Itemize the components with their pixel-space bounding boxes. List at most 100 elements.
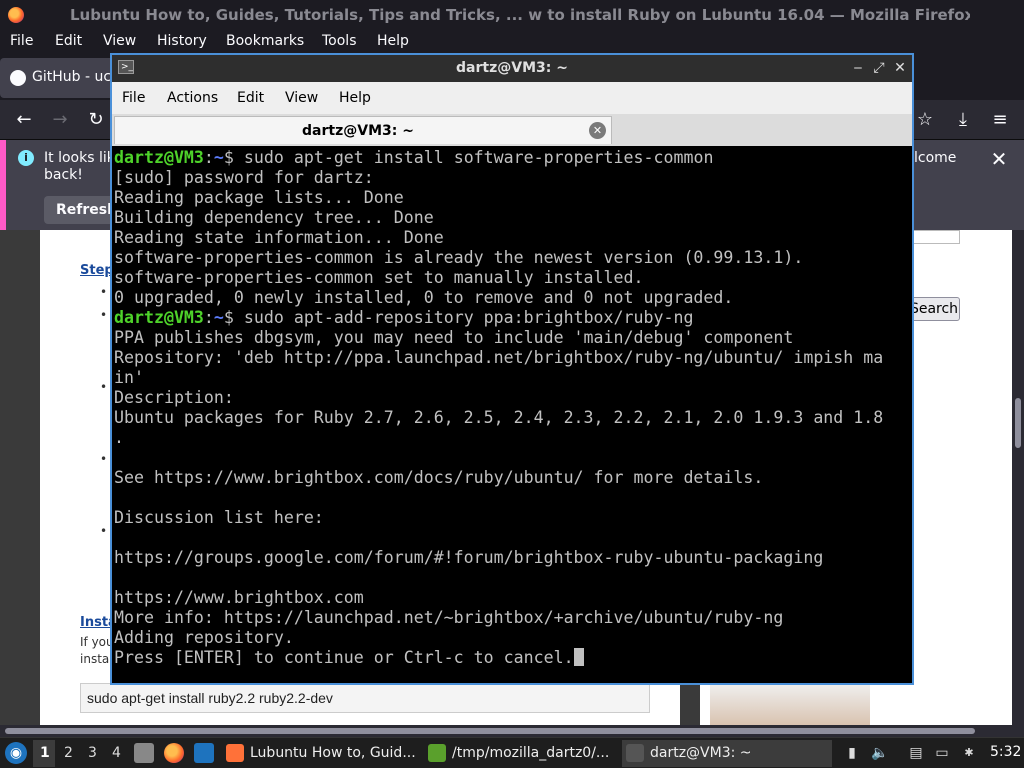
step-link[interactable]: Step xyxy=(80,263,114,278)
firefox-tab-label: GitHub - ucr xyxy=(32,69,117,85)
terminal-line-text: $ sudo apt-add-repository ppa:brightbox/… xyxy=(223,308,694,327)
firefox-menu-edit[interactable]: Edit xyxy=(55,33,82,49)
taskbar-task-label: dartz@VM3: ~ xyxy=(650,745,752,761)
taskbar-task-firefox[interactable]: Lubuntu How to, Guid... xyxy=(222,740,420,767)
tab-close-icon[interactable]: ✕ xyxy=(589,122,606,139)
show-desktop-icon[interactable] xyxy=(194,743,214,763)
back-arrow-icon[interactable]: ← xyxy=(12,108,36,132)
sidebar-image xyxy=(710,683,870,725)
terminal-line-text: Adding repository. xyxy=(114,628,294,647)
bluetooth-icon[interactable]: ✱ xyxy=(960,744,978,762)
terminal-line: Description: xyxy=(114,388,910,408)
firefox-menu-view[interactable]: View xyxy=(103,33,136,49)
terminal-output[interactable]: dartz@VM3:~$ sudo apt-get install softwa… xyxy=(114,148,910,681)
terminal-line: software-properties-common set to manual… xyxy=(114,268,910,288)
terminal-line: in' xyxy=(114,368,910,388)
search-input[interactable] xyxy=(910,230,960,244)
paragraph-text: If you xyxy=(80,635,114,649)
terminal-tabbar: dartz@VM3: ~ ✕ xyxy=(112,114,912,146)
network-icon[interactable]: ▭ xyxy=(933,744,951,762)
terminal-line: dartz@VM3:~$ sudo apt-add-repository ppa… xyxy=(114,308,910,328)
terminal-line: software-properties-common is already th… xyxy=(114,248,910,268)
terminal-line-text: PPA publishes dbgsym, you may need to in… xyxy=(114,328,794,347)
scrollbar-thumb[interactable] xyxy=(5,728,975,734)
list-bullet: • xyxy=(100,452,108,466)
search-button[interactable]: Search xyxy=(908,297,960,321)
workspace-4[interactable]: 4 xyxy=(112,745,121,761)
terminal-line: https://www.brightbox.com xyxy=(114,588,910,608)
terminal-menu-edit[interactable]: Edit xyxy=(237,90,264,106)
prompt-path: ~ xyxy=(213,308,224,327)
terminal-line-text: Description: xyxy=(114,388,234,407)
terminal-cursor xyxy=(573,648,584,666)
clipboard-icon[interactable]: ▤ xyxy=(907,744,925,762)
terminal-menu-actions[interactable]: Actions xyxy=(167,90,218,106)
bookmark-star-icon[interactable]: ☆ xyxy=(913,108,937,132)
terminal-menu-view[interactable]: View xyxy=(285,90,318,106)
taskbar-task-terminal[interactable]: dartz@VM3: ~ xyxy=(622,740,832,767)
terminal-line: Press [ENTER] to continue or Ctrl-c to c… xyxy=(114,648,910,668)
terminal-window-title: dartz@VM3: ~ xyxy=(456,60,568,76)
terminal-line-text: in' xyxy=(114,368,144,387)
workspace-1[interactable]: 1 xyxy=(40,745,50,761)
terminal-titlebar[interactable]: >_ dartz@VM3: ~ ‒ ⤢ ✕ xyxy=(112,55,912,82)
minimize-icon[interactable]: ‒ xyxy=(849,58,867,78)
terminal-menu-file[interactable]: File xyxy=(122,90,145,106)
infobar-accent xyxy=(0,140,6,230)
terminal-line-text: . xyxy=(114,428,124,447)
start-menu-icon[interactable]: ◉ xyxy=(5,742,27,764)
terminal-line: See https://www.brightbox.com/docs/ruby/… xyxy=(114,468,910,488)
download-icon[interactable]: ⤓ xyxy=(951,108,975,132)
terminal-line-text: 0 upgraded, 0 newly installed, 0 to remo… xyxy=(114,288,734,307)
firefox-menu-file[interactable]: File xyxy=(10,33,33,49)
file-manager-icon[interactable] xyxy=(134,743,154,763)
reload-icon[interactable]: ↻ xyxy=(84,108,108,132)
terminal-line: Repository: 'deb http://ppa.launchpad.ne… xyxy=(114,348,910,368)
volume-icon[interactable]: 🔈 xyxy=(871,744,889,762)
battery-icon[interactable]: ▮ xyxy=(843,744,861,762)
forward-arrow-icon[interactable]: → xyxy=(48,108,72,132)
terminal-line: Building dependency tree... Done xyxy=(114,208,910,228)
terminal-tab-label: dartz@VM3: ~ xyxy=(302,123,414,139)
terminal-line: Reading package lists... Done xyxy=(114,188,910,208)
firefox-menu-bookmarks[interactable]: Bookmarks xyxy=(226,33,304,49)
close-icon[interactable]: ✕ xyxy=(988,148,1010,170)
taskbar-task-archive[interactable]: /tmp/mozilla_dartz0/... xyxy=(424,740,618,767)
terminal-line: More info: https://launchpad.net/~bright… xyxy=(114,608,910,628)
terminal-menubar: File Actions Edit View Help xyxy=(112,82,912,114)
terminal-line-text: https://groups.google.com/forum/#!forum/… xyxy=(114,548,824,567)
prompt-user: dartz@VM3 xyxy=(114,148,204,167)
infobar-message-line2: back! xyxy=(44,167,83,183)
firefox-menubar: File Edit View History Bookmarks Tools H… xyxy=(0,30,1024,54)
clock: 5:32 xyxy=(990,744,1022,760)
firefox-launcher-icon[interactable] xyxy=(164,743,184,763)
terminal-tab[interactable]: dartz@VM3: ~ ✕ xyxy=(114,116,612,144)
horizontal-scrollbar[interactable] xyxy=(0,725,1024,737)
terminal-line-text: $ sudo apt-get install software-properti… xyxy=(223,148,714,167)
workspace-3[interactable]: 3 xyxy=(88,745,97,761)
terminal-line-text: Repository: 'deb http://ppa.launchpad.ne… xyxy=(114,348,884,367)
scrollbar-thumb[interactable] xyxy=(1015,398,1021,448)
workspace-2[interactable]: 2 xyxy=(64,745,73,761)
close-window-icon[interactable]: ✕ xyxy=(891,58,909,78)
firefox-menu-help[interactable]: Help xyxy=(377,33,409,49)
terminal-menu-help[interactable]: Help xyxy=(339,90,371,106)
list-bullet: • xyxy=(100,308,108,322)
firefox-menu-history[interactable]: History xyxy=(157,33,207,49)
terminal-line: [sudo] password for dartz: xyxy=(114,168,910,188)
hamburger-menu-icon[interactable]: ≡ xyxy=(988,108,1012,132)
terminal-line: 0 upgraded, 0 newly installed, 0 to remo… xyxy=(114,288,910,308)
refresh-button[interactable]: Refresh xyxy=(44,196,117,224)
terminal-line-text: More info: https://launchpad.net/~bright… xyxy=(114,608,784,627)
terminal-line-text: Building dependency tree... Done xyxy=(114,208,434,227)
firefox-menu-tools[interactable]: Tools xyxy=(322,33,357,49)
maximize-icon[interactable]: ⤢ xyxy=(870,58,888,78)
terminal-line: PPA publishes dbgsym, you may need to in… xyxy=(114,328,910,348)
vertical-scrollbar[interactable] xyxy=(1012,230,1024,725)
firefox-logo-icon xyxy=(8,7,24,23)
firefox-window-title: Lubuntu How to, Guides, Tutorials, Tips … xyxy=(70,6,970,24)
terminal-line-text: Discussion list here: xyxy=(114,508,324,527)
terminal-line-text: https://www.brightbox.com xyxy=(114,588,364,607)
